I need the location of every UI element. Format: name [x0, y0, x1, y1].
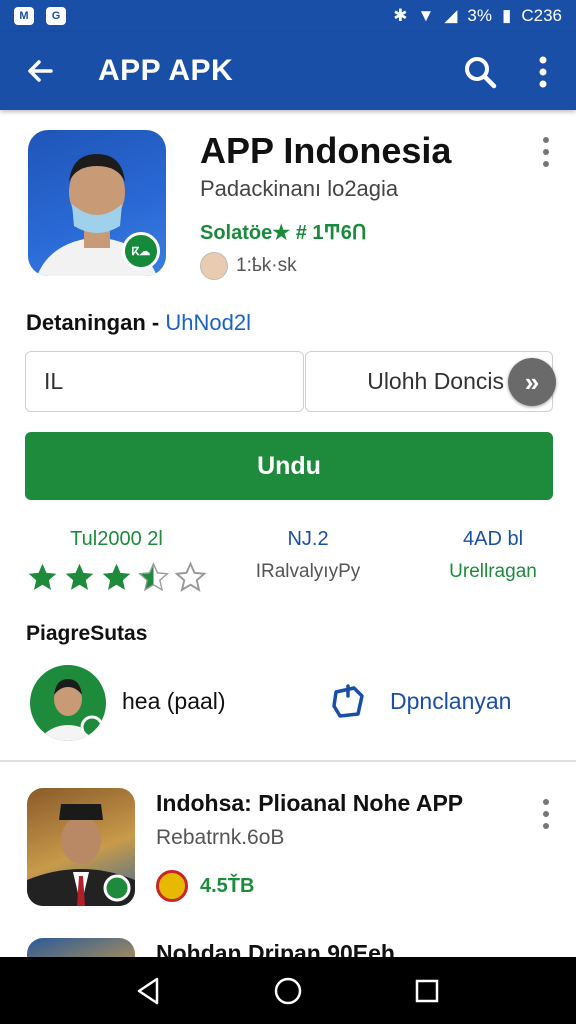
section-title: PiagreSutas [26, 622, 148, 645]
forward-button[interactable]: » [508, 358, 556, 406]
star-full-icon [102, 563, 131, 590]
rating-badge-icon [156, 870, 188, 902]
downloads-sub: Urellragan [449, 561, 537, 582]
reviewer-avatar-icon [200, 252, 228, 280]
list-item-icon[interactable] [27, 788, 135, 906]
details-label: Detaningan - UhNod2l [26, 310, 251, 336]
app-notification-icon: G [46, 7, 66, 25]
list-item-rating-text: 4.5ŤB [200, 874, 255, 897]
app-stats-text: 1:ҍk·sk [236, 255, 297, 276]
size-value: NJ.2 [287, 528, 329, 550]
field-left[interactable]: IL [25, 351, 304, 412]
status-right: ✱ ▼ ◢ 3% ▮ C236 [393, 6, 562, 26]
vibrate-icon: ✱ [393, 6, 408, 25]
signal-icon: ◢ [444, 6, 458, 25]
home-icon[interactable] [272, 975, 304, 1007]
list-item-title[interactable]: Indohsa: Plioanal Nohe APP [156, 790, 463, 817]
star-full-icon [65, 563, 94, 590]
app-subtitle: Padackinanı lo2agia [200, 176, 399, 201]
app-developer[interactable]: Solatöe★ # 1Ͳ6Ո [200, 220, 367, 245]
list-item-rating: 4.5ŤB [156, 870, 254, 902]
app-title: APP Indonesia [200, 130, 452, 171]
notification-icon: M [14, 7, 34, 25]
battery-icon: ▮ [502, 6, 512, 25]
battery-text: 3% [467, 6, 492, 25]
share-label[interactable]: Dpnclanyan [390, 688, 511, 715]
details-link[interactable]: UhNod2l [165, 310, 251, 335]
rating-value: Tul2000 2l [70, 528, 163, 550]
install-button[interactable]: Undu [25, 432, 553, 500]
developer-avatar[interactable] [30, 665, 106, 741]
more-vert-icon[interactable] [536, 132, 556, 172]
rating-stars [26, 561, 207, 594]
star-full-icon [28, 563, 57, 590]
app-bar-title: APP APK [98, 54, 234, 87]
clock: C236 [521, 6, 562, 25]
status-bar: M G ✱ ▼ ◢ 3% ▮ C236 [0, 0, 576, 32]
badge-icon: ⴽ☁ [122, 232, 160, 270]
details-text: Detaningan - [26, 310, 160, 335]
size-sub: IRalvalуıyPy [255, 561, 361, 582]
rating-stat: Tul2000 2l [26, 528, 207, 594]
share-icon[interactable] [328, 682, 368, 722]
downloads-value: 4AD bl [462, 528, 524, 550]
app-icon[interactable]: ⴽ☁ [28, 130, 166, 276]
developer-name[interactable]: hea (paal) [122, 688, 226, 715]
back-icon[interactable] [133, 975, 165, 1007]
app-bar: APP APK [0, 32, 576, 110]
more-vert-icon[interactable] [536, 794, 556, 834]
recents-icon[interactable] [411, 975, 443, 1007]
size-stat: NJ.2 IRalvalуıyPy [248, 528, 368, 583]
more-vert-icon[interactable] [530, 52, 556, 92]
wifi-icon: ▼ [417, 6, 435, 25]
list-item-subtitle: Rebatrnk.6oB [156, 826, 285, 849]
star-half-icon [138, 562, 169, 592]
divider [0, 760, 576, 762]
arrow-left-icon[interactable] [0, 32, 80, 110]
app-stats: 1:ҍk·sk [200, 252, 297, 280]
downloads-stat: 4AD bl Urellragan [436, 528, 550, 583]
star-empty-icon [174, 561, 207, 592]
system-nav-bar [0, 957, 576, 1024]
status-left: M G [14, 7, 66, 25]
search-icon[interactable] [462, 54, 498, 90]
